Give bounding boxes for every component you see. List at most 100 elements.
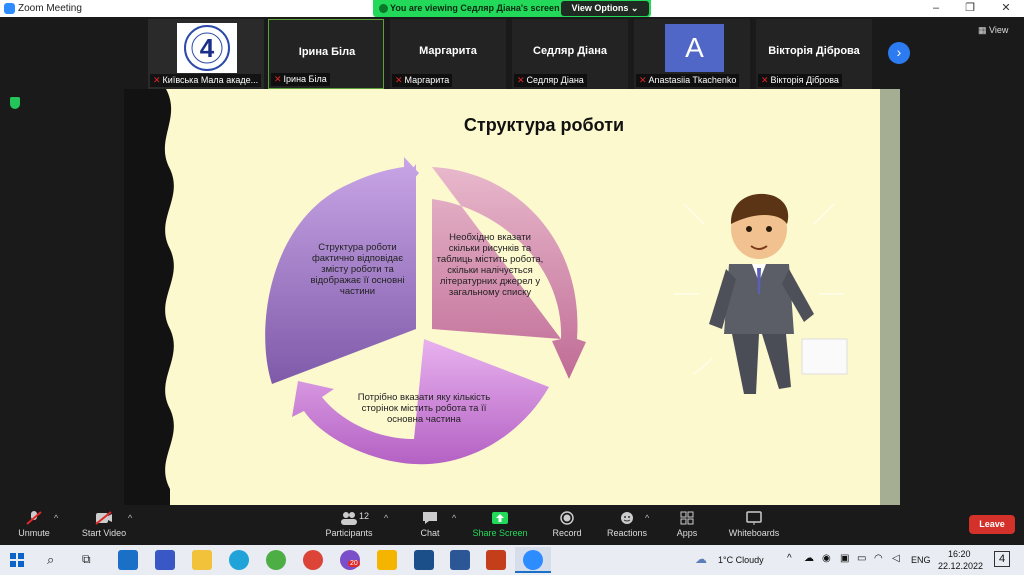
video-off-icon xyxy=(95,511,112,525)
search-icon[interactable]: ⌕ xyxy=(47,552,54,568)
view-label: View xyxy=(989,25,1009,35)
view-options-button[interactable]: View Options ⌄ xyxy=(561,1,649,16)
minimize-icon[interactable]: – xyxy=(929,1,943,15)
network-icon[interactable]: ▭ xyxy=(857,553,866,564)
start-video-button[interactable]: Start Video xyxy=(70,505,138,545)
meeting-toolbar: Unmute ^ Start Video ^ Participants 12 ^… xyxy=(0,505,1024,545)
wifi-icon[interactable]: ◠ xyxy=(874,553,883,564)
camera-icon[interactable]: ◉ xyxy=(822,553,831,564)
participants-button[interactable]: Participants xyxy=(314,505,384,545)
chat-options-caret[interactable]: ^ xyxy=(452,513,456,523)
participants-icon xyxy=(341,512,357,525)
notification-count: 4 xyxy=(998,553,1006,565)
video-tile-anastasiia[interactable]: A ✕ Anastasiia Tkachenko xyxy=(634,19,750,89)
share-status-icon xyxy=(379,4,388,13)
video-options-caret[interactable]: ^ xyxy=(128,513,132,523)
window-title: Zoom Meeting xyxy=(18,3,82,14)
screen-share-banner: You are viewing Седляр Діана's screen Vi… xyxy=(373,0,651,17)
windows-start-icon[interactable] xyxy=(10,553,24,567)
volume-icon[interactable]: ◁ xyxy=(892,553,900,564)
participants-label: Participants xyxy=(325,528,373,538)
chat-icon xyxy=(423,512,437,524)
tile-label: ✕ Ірина Біла xyxy=(271,73,330,86)
tile-label: ✕ Седляр Діана xyxy=(514,74,587,87)
muted-mic-icon: ✕ xyxy=(153,75,161,85)
torrent-icon[interactable] xyxy=(266,550,286,570)
view-options-label: View Options xyxy=(571,3,629,13)
apps-icon xyxy=(680,511,694,525)
language-indicator[interactable]: ENG xyxy=(911,555,931,565)
share-screen-label: Share Screen xyxy=(472,528,528,538)
grid-icon: ▦ xyxy=(978,25,987,35)
video-tile-diana[interactable]: Седляр Діана ✕ Седляр Діана xyxy=(512,19,628,89)
mail-icon[interactable] xyxy=(118,550,138,570)
notification-icon[interactable]: 4 xyxy=(994,551,1010,567)
apps-button[interactable]: Apps xyxy=(652,505,722,545)
video-tile-academy[interactable]: 4 ✕ Київська Мала акаде... xyxy=(148,19,264,89)
shield-icon[interactable] xyxy=(10,97,20,109)
leave-button[interactable]: Leave xyxy=(969,515,1015,534)
academy-logo-icon: 4 xyxy=(177,23,237,73)
slide-wavy-border xyxy=(124,89,174,505)
banner-message: You are viewing Седляр Діана's screen xyxy=(390,3,560,13)
muted-mic-icon: ✕ xyxy=(761,75,769,85)
chat-label: Chat xyxy=(420,528,440,538)
muted-mic-icon xyxy=(26,511,42,525)
security-shield-icon[interactable] xyxy=(377,550,397,570)
photos-app-icon[interactable] xyxy=(414,550,434,570)
shared-screen: Структура роботи Структура роботи фактич… xyxy=(124,89,900,505)
record-icon xyxy=(560,511,574,525)
tile-label: ✕ Київська Мала акаде... xyxy=(150,74,262,87)
weather-icon: ☁ xyxy=(695,552,707,566)
task-view-icon[interactable]: ⧉ xyxy=(82,552,91,567)
reactions-options-caret[interactable]: ^ xyxy=(645,513,649,523)
viber-icon[interactable]: 20 xyxy=(340,550,360,570)
edge-icon[interactable] xyxy=(229,550,249,570)
tile-label: ✕ Вікторія Діброва xyxy=(758,74,842,87)
logo-digit: 4 xyxy=(200,33,215,63)
tile-label: ✕ Маргарита xyxy=(392,74,453,87)
video-tile-marharyta[interactable]: Маргарита ✕ Маргарита xyxy=(390,19,506,89)
view-button[interactable]: ▦ View xyxy=(978,25,1018,39)
tile-label: ✕ Anastasiia Tkachenko xyxy=(636,74,740,87)
tile-name: Вікторія Діброва xyxy=(768,45,860,57)
powerpoint-icon[interactable] xyxy=(486,550,506,570)
whiteboard-icon xyxy=(746,511,762,525)
chat-button[interactable]: Chat xyxy=(395,505,465,545)
whiteboards-button[interactable]: Whiteboards xyxy=(719,505,789,545)
segment-right-text: Необхідно вказати скільки рисунків та та… xyxy=(436,232,544,298)
clock-time[interactable]: 16:20 xyxy=(948,549,971,559)
gallery-next-icon[interactable]: › xyxy=(888,42,910,64)
close-icon[interactable]: ✕ xyxy=(999,1,1013,15)
video-tile-iryna[interactable]: Ірина Біла ✕ Ірина Біла xyxy=(268,19,384,89)
file-explorer-icon[interactable] xyxy=(192,550,212,570)
unmute-button[interactable]: Unmute xyxy=(0,505,68,545)
restore-icon[interactable]: ❐ xyxy=(963,1,977,15)
share-screen-button[interactable]: Share Screen xyxy=(465,505,535,545)
onedrive-icon[interactable]: ☁ xyxy=(804,553,814,564)
avatar: A xyxy=(665,24,724,72)
segment-left-text: Структура роботи фактично відповідає змі… xyxy=(310,242,405,297)
word-icon[interactable] xyxy=(450,550,470,570)
weather-text[interactable]: 1°C Cloudy xyxy=(718,555,764,565)
show-hidden-icons-icon[interactable]: ^ xyxy=(787,553,792,564)
clock-date[interactable]: 22.12.2022 xyxy=(938,561,983,571)
audio-options-caret[interactable]: ^ xyxy=(54,513,58,523)
chrome-icon[interactable] xyxy=(303,550,323,570)
windows-taskbar: ⌕ ⧉ 20 ☁ 1°C Cloudy ^ ☁ ◉ ▣ ▭ ◠ ◁ ENG 16… xyxy=(0,545,1024,575)
unmute-label: Unmute xyxy=(18,528,50,538)
zoom-taskbar-button[interactable] xyxy=(515,547,551,573)
apps-label: Apps xyxy=(676,528,698,538)
slide-side-stripe xyxy=(880,89,900,505)
participants-options-caret[interactable]: ^ xyxy=(384,513,388,523)
muted-mic-icon: ✕ xyxy=(274,74,282,84)
video-tile-viktoriia[interactable]: Вікторія Діброва ✕ Вікторія Діброва xyxy=(756,19,872,89)
media-app-icon[interactable] xyxy=(155,550,175,570)
slide-title: Структура роботи xyxy=(463,115,625,135)
muted-mic-icon: ✕ xyxy=(517,75,525,85)
zoom-logo-icon xyxy=(4,3,15,14)
tile-name: Ірина Біла xyxy=(298,46,356,58)
tile-name: Седляр Діана xyxy=(533,45,607,57)
tray-app-icon[interactable]: ▣ xyxy=(840,553,849,564)
viber-badge: 20 xyxy=(348,560,360,567)
